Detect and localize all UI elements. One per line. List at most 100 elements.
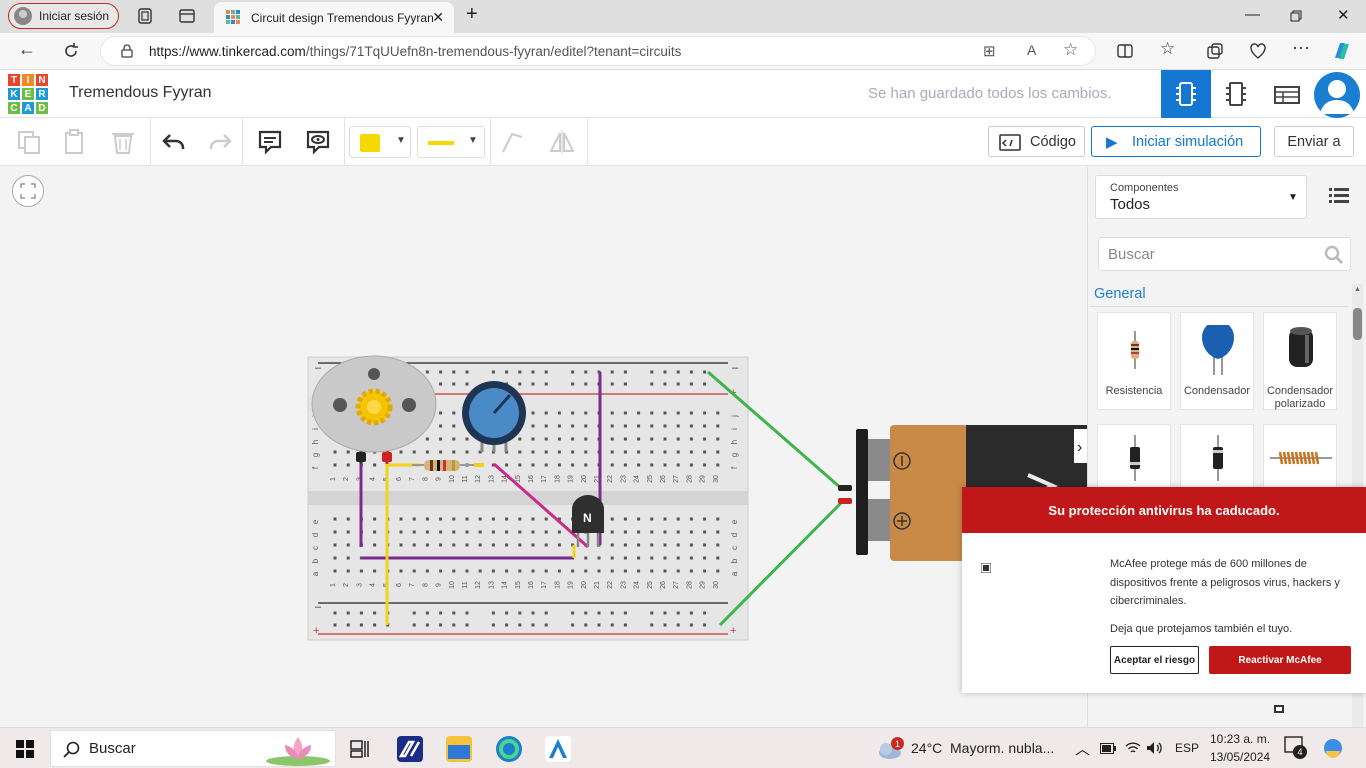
lock-icon[interactable] <box>121 44 133 58</box>
breadboard-hole[interactable] <box>623 463 627 467</box>
breadboard-hole[interactable] <box>505 623 509 627</box>
breadboard-hole[interactable] <box>518 370 522 374</box>
breadboard-hole[interactable] <box>703 623 707 627</box>
breadboard-hole[interactable] <box>531 411 535 415</box>
breadboard-hole[interactable] <box>491 611 495 615</box>
breadboard-hole[interactable] <box>505 569 509 573</box>
breadboard-hole[interactable] <box>439 530 443 534</box>
breadboard-hole[interactable] <box>703 370 707 374</box>
breadboard-hole[interactable] <box>571 463 575 467</box>
code-button[interactable]: Código <box>988 126 1085 157</box>
breadboard-hole[interactable] <box>478 530 482 534</box>
breadboard-hole[interactable] <box>703 437 707 441</box>
breadboard-hole[interactable] <box>676 530 680 534</box>
close-tab-icon[interactable]: ✕ <box>432 9 444 26</box>
breadboard-hole[interactable] <box>663 463 667 467</box>
breadboard-hole[interactable] <box>610 517 614 521</box>
breadboard-hole[interactable] <box>623 382 627 386</box>
breadboard-hole[interactable] <box>716 450 720 454</box>
volume-icon[interactable] <box>1146 741 1164 755</box>
breadboard-hole[interactable] <box>584 556 588 560</box>
breadboard-hole[interactable] <box>425 530 429 534</box>
breadboard-hole[interactable] <box>637 437 641 441</box>
breadboard-hole[interactable] <box>650 530 654 534</box>
breadboard-hole[interactable] <box>703 556 707 560</box>
copy-icon[interactable] <box>15 128 43 156</box>
breadboard-hole[interactable] <box>716 437 720 441</box>
breadboard-hole[interactable] <box>452 424 456 428</box>
clock-date[interactable]: 13/05/2024 <box>1210 750 1270 764</box>
breadboard-hole[interactable] <box>584 437 588 441</box>
breadboard-hole[interactable] <box>571 450 575 454</box>
breadboard-hole[interactable] <box>399 517 403 521</box>
breadboard-hole[interactable] <box>597 569 601 573</box>
edge-browser-icon[interactable] <box>496 736 522 762</box>
breadboard-hole[interactable] <box>333 543 337 547</box>
components-dropdown[interactable]: Componentes Todos ▼ <box>1095 175 1307 219</box>
breadboard-hole[interactable] <box>531 424 535 428</box>
breadboard-hole[interactable] <box>663 569 667 573</box>
scroll-up-icon[interactable]: ▲ <box>1354 286 1361 293</box>
breadboard-hole[interactable] <box>531 370 535 374</box>
breadboard-hole[interactable] <box>518 569 522 573</box>
breadboard-hole[interactable] <box>439 450 443 454</box>
breadboard-hole[interactable] <box>716 530 720 534</box>
breadboard-hole[interactable] <box>531 623 535 627</box>
schematic-view-icon[interactable] <box>1225 82 1247 106</box>
breadboard-hole[interactable] <box>676 370 680 374</box>
breadboard-hole[interactable] <box>439 382 443 386</box>
breadboard-hole[interactable] <box>610 370 614 374</box>
breadboard-hole[interactable] <box>584 370 588 374</box>
component-inductor[interactable] <box>1263 424 1337 488</box>
breadboard-hole[interactable] <box>399 569 403 573</box>
chevron-up-icon[interactable]: ︿ <box>1075 738 1090 759</box>
breadboard-hole[interactable] <box>676 450 680 454</box>
breadboard-hole[interactable] <box>544 382 548 386</box>
accept-risk-button[interactable]: Aceptar el riesgo <box>1110 646 1199 674</box>
breadboard-hole[interactable] <box>623 530 627 534</box>
breadboard-hole[interactable] <box>346 543 350 547</box>
breadboard-hole[interactable] <box>584 569 588 573</box>
breadboard-hole[interactable] <box>637 556 641 560</box>
breadboard-hole[interactable] <box>465 517 469 521</box>
language-indicator[interactable]: ESP <box>1175 741 1199 755</box>
breadboard-hole[interactable] <box>623 424 627 428</box>
breadboard-hole[interactable] <box>584 424 588 428</box>
breadboard-hole[interactable] <box>689 611 693 615</box>
breadboard-hole[interactable] <box>703 569 707 573</box>
breadboard-hole[interactable] <box>531 569 535 573</box>
breadboard-hole[interactable] <box>571 437 575 441</box>
copilot-icon[interactable] <box>1331 40 1353 62</box>
send-to-button[interactable]: Enviar a <box>1274 126 1354 157</box>
breadboard-hole[interactable] <box>610 623 614 627</box>
breadboard-hole[interactable] <box>623 556 627 560</box>
breadboard-hole[interactable] <box>544 623 548 627</box>
breadboard-hole[interactable] <box>557 411 561 415</box>
breadboard-hole[interactable] <box>544 517 548 521</box>
breadboard-hole[interactable] <box>465 543 469 547</box>
breadboard-hole[interactable] <box>557 530 561 534</box>
breadboard-hole[interactable] <box>650 424 654 428</box>
breadboard-hole[interactable] <box>663 437 667 441</box>
breadboard-hole[interactable] <box>637 569 641 573</box>
breadboard-hole[interactable] <box>518 611 522 615</box>
breadboard-hole[interactable] <box>412 543 416 547</box>
breadboard-hole[interactable] <box>439 411 443 415</box>
breadboard-hole[interactable] <box>571 411 575 415</box>
scroll-thumb[interactable] <box>1353 308 1362 340</box>
breadboard-hole[interactable] <box>610 556 614 560</box>
breadboard-hole[interactable] <box>531 530 535 534</box>
breadboard-hole[interactable] <box>650 543 654 547</box>
collections-icon[interactable] <box>1206 42 1224 60</box>
breadboard-hole[interactable] <box>623 370 627 374</box>
breadboard-hole[interactable] <box>676 411 680 415</box>
notes-visibility-icon[interactable] <box>304 128 332 156</box>
breadboard-hole[interactable] <box>610 382 614 386</box>
breadboard-hole[interactable] <box>531 450 535 454</box>
breadboard-hole[interactable] <box>623 437 627 441</box>
breadboard-hole[interactable] <box>544 543 548 547</box>
breadboard-hole[interactable] <box>610 424 614 428</box>
breadboard-hole[interactable] <box>452 411 456 415</box>
breadboard-hole[interactable] <box>610 437 614 441</box>
weather-description[interactable]: Mayorm. nubla... <box>950 740 1054 756</box>
